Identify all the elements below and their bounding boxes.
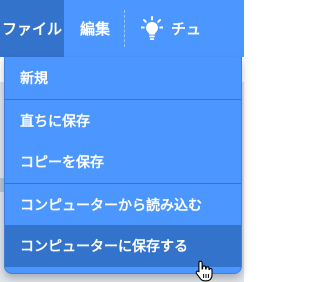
tutorials-label: チュ: [171, 20, 202, 38]
menu-item-label: 新規: [20, 71, 48, 87]
menu-item-new[interactable]: 新規: [5, 57, 241, 99]
lightbulb-icon: [140, 15, 164, 42]
file-menu-label: ファイル: [1, 20, 62, 38]
menu-item-label: 直ちに保存: [20, 113, 90, 130]
edit-menu-label: 編集: [80, 20, 111, 38]
menu-item-save-copy[interactable]: コピーを保存: [5, 141, 241, 183]
menu-item-label: コンピューターから読み込む: [20, 197, 202, 214]
file-menu-dropdown: 新規 直ちに保存 コピーを保存 コンピューターから読み込む コンピューターに保存…: [4, 57, 242, 274]
file-menu-button[interactable]: ファイル: [0, 0, 64, 57]
menu-bar: ファイル 編集 チュ: [0, 0, 244, 57]
menu-item-save-now[interactable]: 直ちに保存: [5, 99, 241, 141]
menu-item-label: コンピューターに保存する: [20, 239, 188, 255]
menu-item-load-from-computer[interactable]: コンピューターから読み込む: [5, 183, 241, 225]
hand-pointer-icon: [195, 260, 213, 282]
tutorials-button[interactable]: チュ: [125, 0, 201, 57]
edit-menu-button[interactable]: 編集: [64, 0, 124, 57]
menu-item-label: コピーを保存: [20, 155, 104, 171]
